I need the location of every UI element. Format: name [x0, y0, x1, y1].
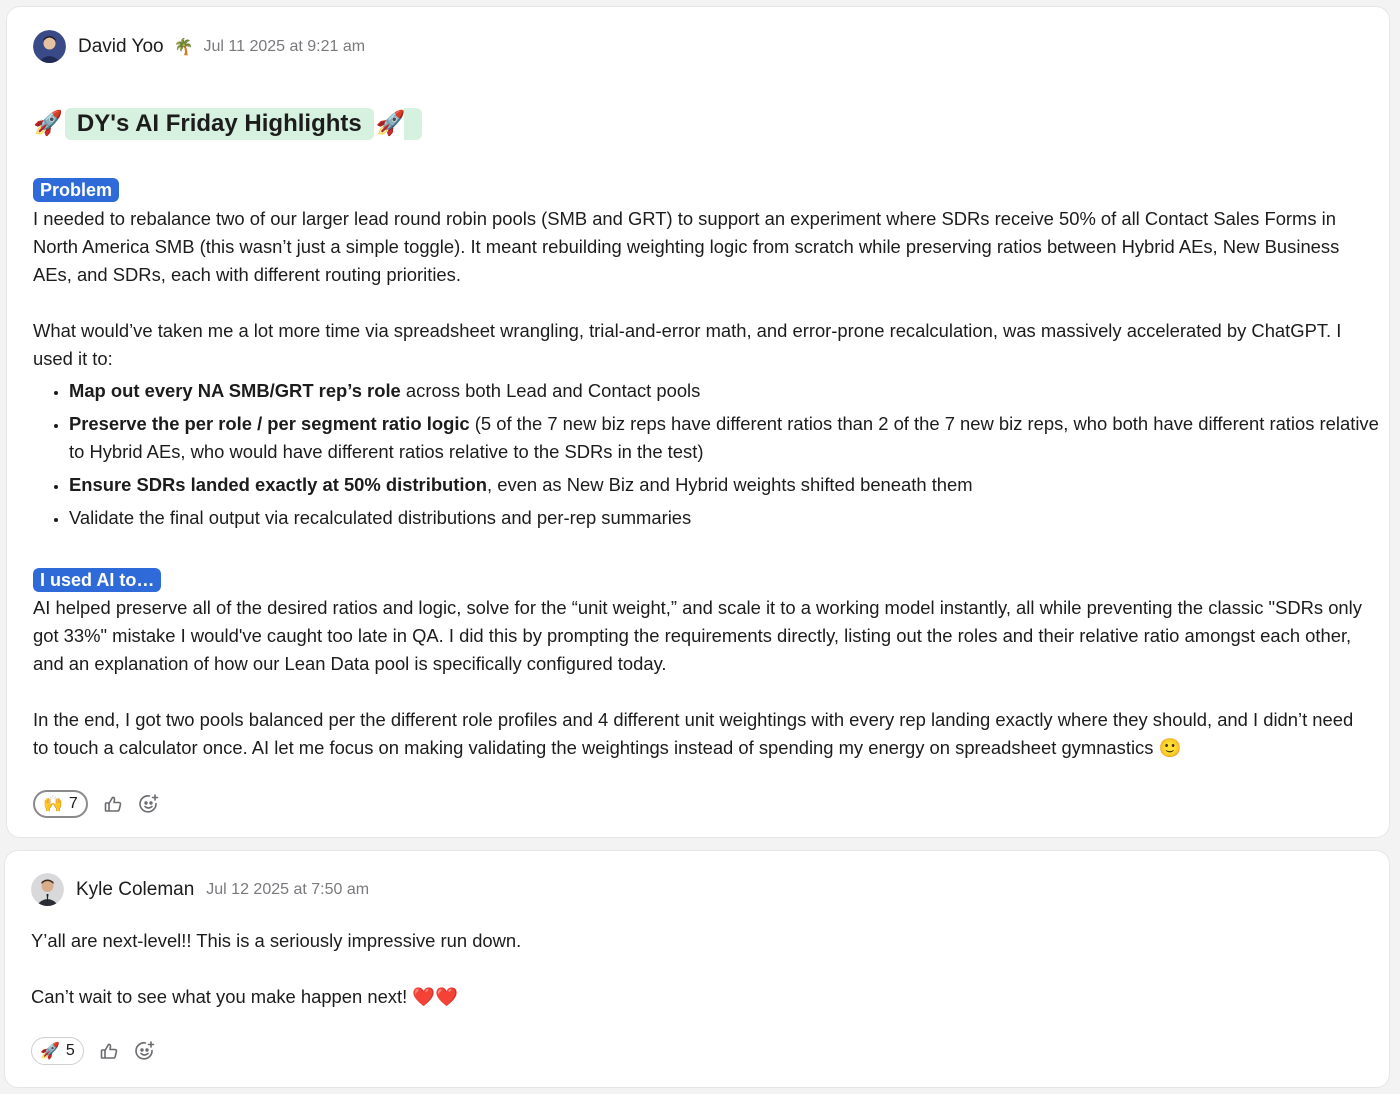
message-card-kyle-coleman: Kyle Coleman Jul 12 2025 at 7:50 am Y’al… [4, 850, 1390, 1088]
thumbs-up-icon[interactable] [102, 793, 124, 815]
message-card-david-yoo: David Yoo 🌴 Jul 11 2025 at 9:21 am 🚀 DY'… [6, 6, 1390, 838]
author-name[interactable]: Kyle Coleman [76, 879, 194, 901]
add-reaction-icon[interactable] [134, 1040, 156, 1062]
add-reaction-icon[interactable] [138, 793, 160, 815]
intro-text: What would’ve taken me a lot more time v… [33, 320, 1342, 369]
rocket-icon: 🚀 [33, 110, 63, 137]
reaction-bar: 🚀 5 [31, 1037, 156, 1065]
reaction-count: 7 [68, 795, 78, 812]
reaction-rocket[interactable]: 🚀 5 [31, 1037, 84, 1065]
post-title: 🚀 DY's AI Friday Highlights 🚀 [33, 107, 422, 141]
thumbs-up-icon[interactable] [98, 1040, 120, 1062]
rocket-icon: 🚀 [375, 110, 406, 137]
message-header: Kyle Coleman Jul 12 2025 at 7:50 am [31, 873, 369, 906]
title-text: DY's AI Friday Highlights [64, 108, 374, 140]
title-highlight-tail [403, 108, 422, 140]
reaction-raised-hands[interactable]: 🙌 7 [33, 790, 88, 818]
avatar[interactable] [33, 30, 66, 63]
used-ai-label: I used AI to… [33, 568, 162, 592]
avatar[interactable] [31, 873, 64, 906]
timestamp[interactable]: Jul 12 2025 at 7:50 am [206, 881, 369, 899]
problem-text: I needed to rebalance two of our larger … [33, 208, 1340, 285]
list-item: Preserve the per role / per segment rati… [69, 410, 1389, 466]
rocket-icon: 🚀 [40, 1043, 60, 1060]
message-line: Can’t wait to see what you make happen n… [31, 986, 459, 1007]
problem-label: Problem [33, 178, 120, 202]
author-name[interactable]: David Yoo [78, 36, 164, 58]
reaction-bar: 🙌 7 [33, 790, 160, 818]
end-text: In the end, I got two pools balanced per… [33, 709, 1354, 758]
message-line: Y’all are next-level!! This is a serious… [31, 930, 522, 951]
message-header: David Yoo 🌴 Jul 11 2025 at 9:21 am [33, 30, 365, 63]
list-item: Map out every NA SMB/GRT rep’s role acro… [69, 377, 1389, 405]
timestamp[interactable]: Jul 11 2025 at 9:21 am [204, 38, 366, 56]
list-item: Validate the final output via recalculat… [69, 504, 1389, 532]
list-item: Ensure SDRs landed exactly at 50% distri… [69, 471, 1389, 499]
raised-hands-icon: 🙌 [43, 796, 63, 813]
used-ai-text: AI helped preserve all of the desired ra… [33, 597, 1362, 674]
bullet-list: Map out every NA SMB/GRT rep’s role acro… [33, 377, 1389, 537]
reaction-count: 5 [65, 1042, 75, 1059]
status-palm-icon: 🌴 [173, 38, 194, 56]
